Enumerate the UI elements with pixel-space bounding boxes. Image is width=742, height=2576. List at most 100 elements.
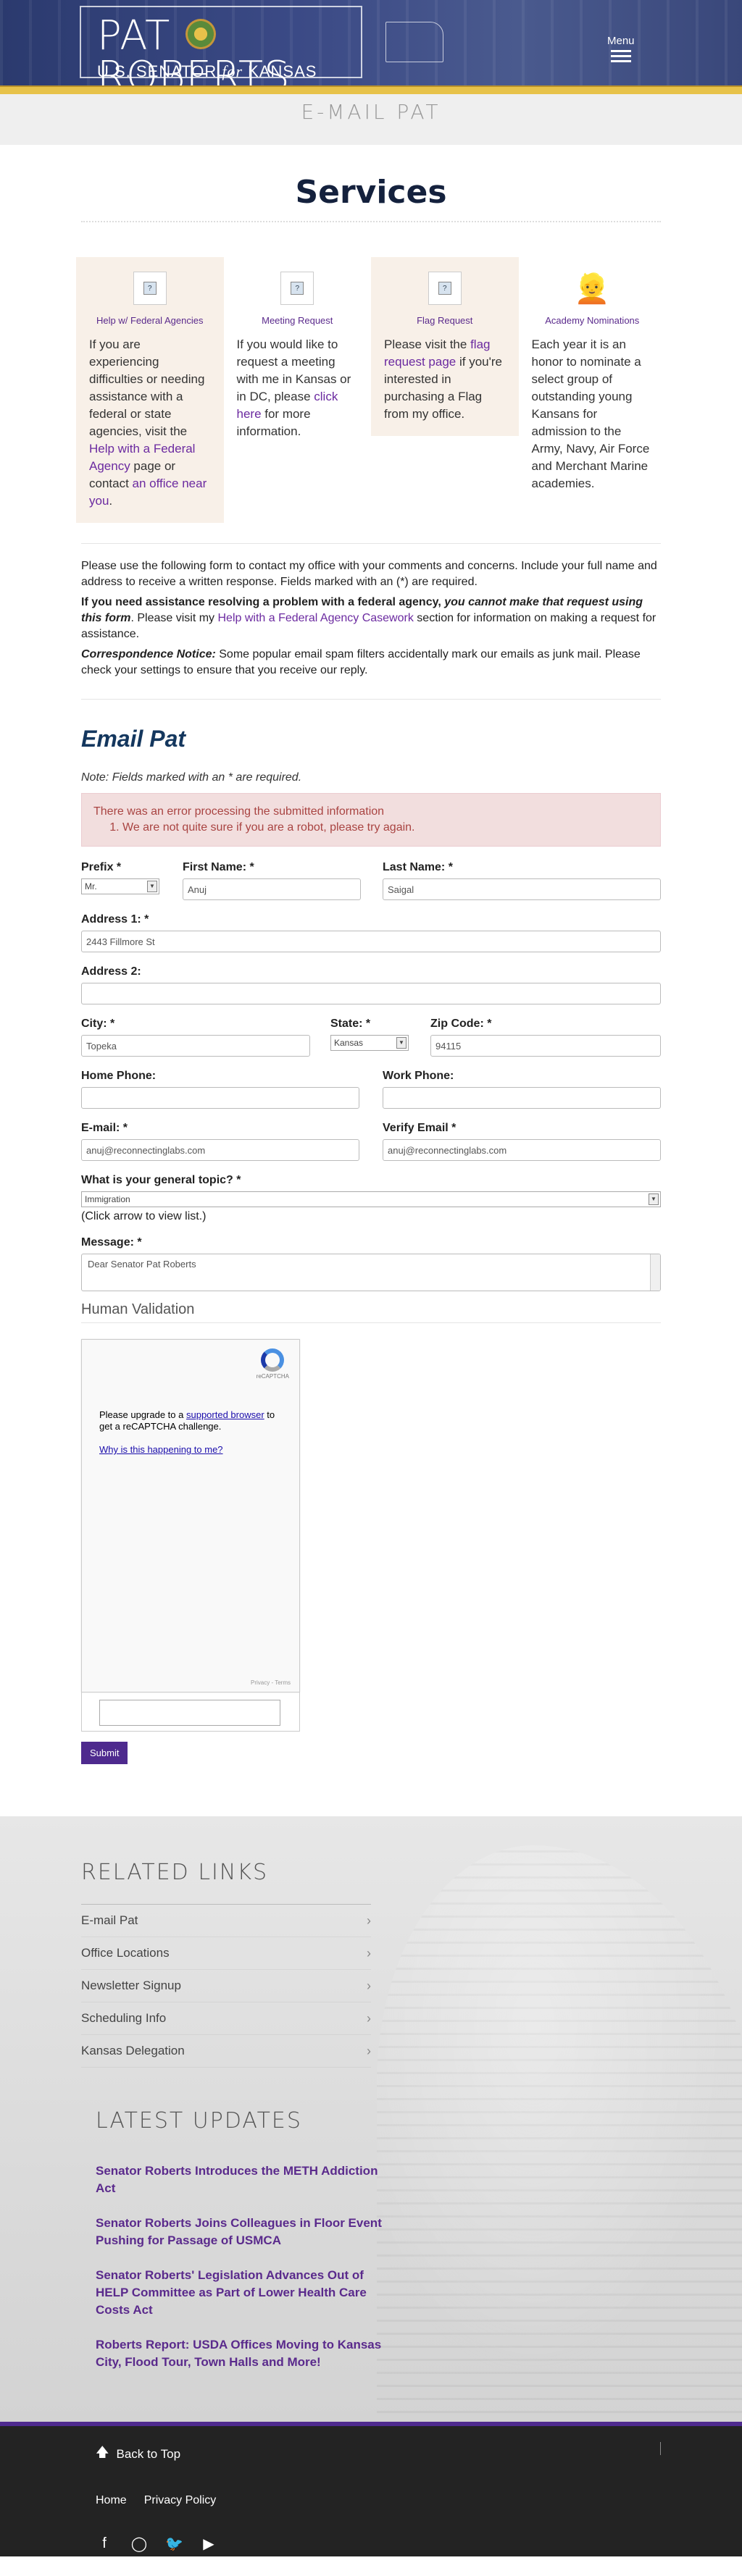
chevron-down-icon[interactable]: ▼ (396, 1037, 407, 1049)
arrow-up-icon: 🡅 (96, 2445, 109, 2459)
site-header: PAT ROBERTS U.S. SENATOR for KANSAS Menu (0, 0, 742, 85)
related-link-email[interactable]: E-mail Pat › (81, 1905, 371, 1937)
chevron-down-icon[interactable]: ▼ (147, 881, 157, 892)
divider (81, 543, 661, 544)
card-title[interactable]: Flag Request (384, 315, 506, 326)
document-icon[interactable]: ? (280, 272, 314, 305)
address1-input[interactable]: 2443 Fillmore St (81, 931, 661, 952)
zip-input[interactable]: 94115 (430, 1035, 661, 1057)
related-links-title: RELATED LINKS (81, 1860, 269, 1885)
form-title: Email Pat (81, 726, 186, 752)
divider (81, 699, 661, 700)
first-name-input[interactable]: Anuj (183, 878, 361, 900)
prefix-select[interactable]: Mr. ▼ (81, 878, 159, 894)
update-link[interactable]: Senator Roberts' Legislation Advances Ou… (96, 2267, 385, 2319)
last-name-field: Last Name: * Saigal (383, 861, 661, 900)
twitter-icon[interactable]: 🐦 (165, 2535, 183, 2553)
related-link-delegation[interactable]: Kansas Delegation › (81, 2035, 371, 2068)
update-link[interactable]: Roberts Report: USDA Offices Moving to K… (96, 2336, 385, 2371)
last-name-input[interactable]: Saigal (383, 878, 661, 900)
submit-button[interactable]: Submit (81, 1742, 128, 1764)
city-field: City: * Topeka (81, 1018, 330, 1057)
city-input[interactable]: Topeka (81, 1035, 310, 1057)
update-link[interactable]: Senator Roberts Introduces the METH Addi… (96, 2162, 385, 2197)
scrollbar[interactable] (650, 1254, 660, 1291)
related-links-list: E-mail Pat › Office Locations › Newsletter… (81, 1904, 371, 2068)
supported-browser-link[interactable]: supported browser (186, 1409, 264, 1420)
hamburger-icon (610, 50, 631, 62)
site-logo[interactable]: PAT ROBERTS U.S. SENATOR for KANSAS (80, 6, 443, 85)
why-link[interactable]: Why is this happening to me? (99, 1444, 223, 1455)
card-title[interactable]: Help w/ Federal Agencies (89, 315, 211, 326)
recaptcha-response-input[interactable] (99, 1700, 280, 1726)
related-section: RELATED LINKS E-mail Pat › Office Locatio… (0, 1816, 742, 2422)
required-note: Note: Fields marked with an * are requir… (81, 771, 302, 784)
work-phone-field: Work Phone: (383, 1070, 661, 1109)
related-link-newsletter[interactable]: Newsletter Signup › (81, 1970, 371, 2002)
verify-email-field: Verify Email * anuj@reconnectinglabs.com (383, 1122, 661, 1161)
back-to-top-button[interactable]: 🡅 Back to Top (96, 2443, 646, 2465)
seal-icon (186, 18, 217, 49)
address1-field: Address 1: * 2443 Fillmore St (81, 913, 661, 952)
kansas-outline-icon (385, 22, 443, 62)
card-title[interactable]: Meeting Request (237, 315, 359, 326)
email-form: Email Pat Note: Fields marked with an * … (81, 726, 661, 1764)
chevron-down-icon[interactable]: ▼ (649, 1193, 659, 1205)
cadet-icon[interactable]: 👱 (574, 272, 610, 305)
chevron-right-icon: › (367, 2043, 371, 2058)
related-link-offices[interactable]: Office Locations › (81, 1937, 371, 1970)
state-select[interactable]: Kansas ▼ (330, 1035, 409, 1051)
error-item: We are not quite sure if you are a robot… (122, 820, 649, 836)
footer-link-privacy[interactable]: Privacy Policy (144, 2494, 217, 2507)
instagram-icon[interactable]: ◯ (130, 2535, 148, 2553)
menu-button[interactable]: Menu (607, 35, 635, 65)
topic-select[interactable]: Immigration ▼ (81, 1191, 661, 1207)
latest-updates: LATEST UPDATES Senator Roberts Introduce… (96, 2108, 661, 2371)
document-icon[interactable]: ? (133, 272, 167, 305)
human-validation-label: Human Validation (81, 1301, 195, 1317)
social-links: f ◯ 🐦 ▶ (96, 2535, 646, 2553)
first-name-field: First Name: * Anuj (183, 861, 383, 900)
email-field: E-mail: * anuj@reconnectinglabs.com (81, 1122, 383, 1161)
services-section: Services ? Help w/ Federal Agencies If y… (0, 145, 742, 523)
gold-divider (0, 85, 742, 94)
update-link[interactable]: Senator Roberts Joins Colleagues in Floo… (96, 2215, 385, 2249)
divider (81, 221, 661, 222)
correspondence-notice: Correspondence Notice: Some popular emai… (81, 648, 641, 676)
intro-text: Please use the following form to contact… (81, 558, 661, 679)
error-title: There was an error processing the submit… (93, 805, 385, 818)
youtube-icon[interactable]: ▶ (200, 2535, 217, 2553)
card-text: Each year it is an honor to nominate a s… (531, 337, 650, 490)
work-phone-input[interactable] (383, 1087, 661, 1109)
recaptcha-widget[interactable]: reCAPTCHA Please upgrade to a supported … (81, 1339, 300, 1692)
email-input[interactable]: anuj@reconnectinglabs.com (81, 1139, 359, 1161)
casework-link[interactable]: Help with a Federal Agency Casework (217, 612, 413, 624)
facebook-icon[interactable]: f (96, 2535, 113, 2552)
card-text: If you would like to request a meeting w… (236, 337, 351, 438)
card-text: Please visit the flag request page if yo… (384, 337, 502, 421)
recaptcha-why: Why is this happening to me? (99, 1444, 223, 1455)
card-title[interactable]: Academy Nominations (532, 315, 654, 326)
home-phone-input[interactable] (81, 1087, 359, 1109)
chevron-right-icon: › (367, 1978, 371, 1993)
divider (81, 1322, 661, 1323)
agency-notice: If you need assistance resolving a probl… (81, 596, 656, 640)
page-heading-bar: E-MAIL PAT (0, 94, 742, 145)
message-field: Message: * Dear Senator Pat Roberts (81, 1236, 661, 1291)
logo-subtitle: U.S. SENATOR for KANSAS (97, 62, 317, 80)
related-link-scheduling[interactable]: Scheduling Info › (81, 2002, 371, 2035)
recaptcha-message: Please upgrade to a supported browser to… (99, 1409, 275, 1432)
message-textarea[interactable]: Dear Senator Pat Roberts (81, 1254, 661, 1291)
footer-links: Home Privacy Policy (96, 2494, 646, 2507)
card-text: If you are experiencing difficulties or … (89, 337, 207, 508)
address2-field: Address 2: (81, 965, 661, 1004)
recaptcha-response (81, 1692, 300, 1732)
chevron-right-icon: › (367, 2010, 371, 2026)
intro-paragraph: Please use the following form to contact… (81, 560, 657, 588)
verify-email-input[interactable]: anuj@reconnectinglabs.com (383, 1139, 661, 1161)
footer-link-home[interactable]: Home (96, 2494, 127, 2507)
recaptcha-terms[interactable]: Privacy - Terms (251, 1679, 291, 1686)
services-cards: ? Help w/ Federal Agencies If you are ex… (76, 257, 666, 523)
document-icon[interactable]: ? (428, 272, 462, 305)
address2-input[interactable] (81, 983, 661, 1004)
